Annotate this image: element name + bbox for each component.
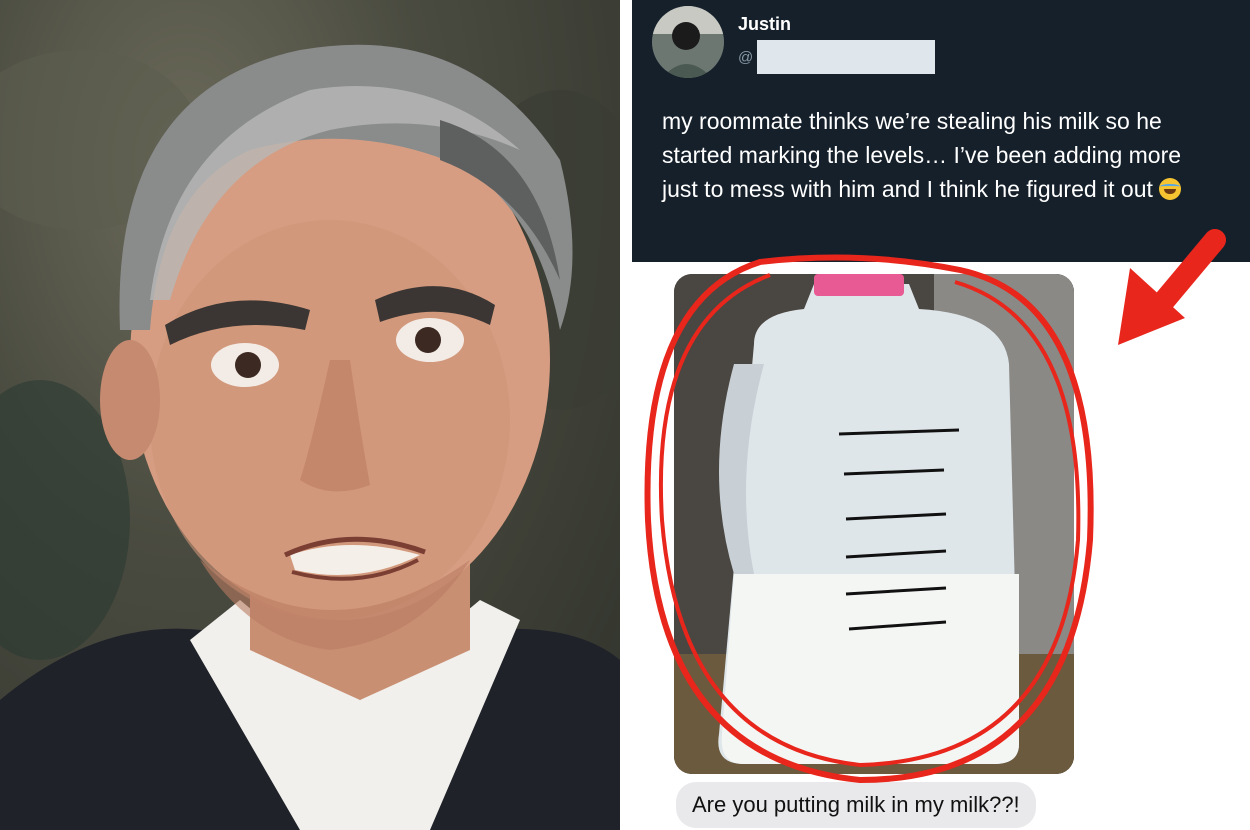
author-handle[interactable]: @ xyxy=(738,40,936,74)
handle-redaction xyxy=(757,40,936,74)
milk-jug-illustration xyxy=(674,274,1074,774)
tweet-screenshot: Justin @ my roommate thinks we’re steali… xyxy=(632,0,1250,830)
tweet-header: Justin @ my roommate thinks we’re steali… xyxy=(632,0,1250,262)
message-area: Are you putting milk in my milk??! xyxy=(632,262,1250,830)
avatar-photo-icon xyxy=(652,6,724,78)
reaction-photo-illustration xyxy=(0,44,620,830)
author-name[interactable]: Justin xyxy=(738,14,791,35)
milk-jug-photo xyxy=(674,274,1074,774)
message-text: Are you putting milk in my milk??! xyxy=(692,792,1020,817)
tears-of-joy-emoji-icon xyxy=(1159,178,1182,200)
reaction-photo xyxy=(0,0,620,830)
tweet-body: my roommate thinks we’re stealing his mi… xyxy=(662,108,1182,202)
message-bubble: Are you putting milk in my milk??! xyxy=(676,782,1036,828)
avatar xyxy=(652,6,724,78)
handle-prefix: @ xyxy=(738,48,754,66)
tweet-text: my roommate thinks we’re stealing his mi… xyxy=(662,104,1222,206)
panel-divider xyxy=(620,0,632,830)
